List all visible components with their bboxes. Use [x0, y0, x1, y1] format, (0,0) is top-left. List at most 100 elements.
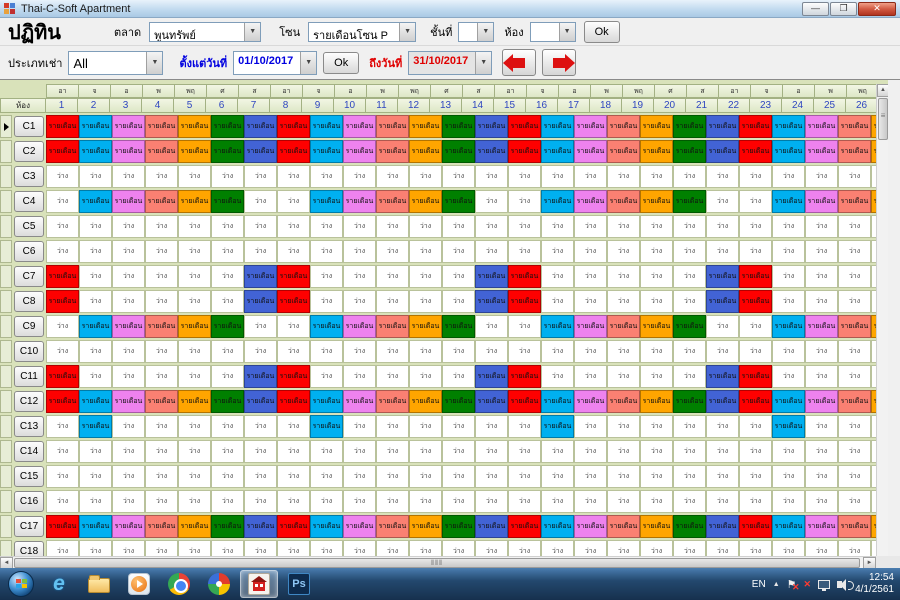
booking-cell[interactable]: รายเดือน [310, 390, 343, 413]
booking-cell[interactable]: รายเดือน [343, 515, 376, 538]
booking-cell[interactable]: รายเดือน [343, 315, 376, 338]
booking-cell[interactable]: รายเดือน [46, 390, 79, 413]
booking-cell[interactable]: รายเดือน [310, 140, 343, 163]
booking-cell[interactable]: ว่าง [574, 365, 607, 388]
room-button[interactable]: C2 [14, 141, 44, 162]
booking-cell[interactable]: รายเดือน [706, 115, 739, 138]
booking-cell[interactable]: ว่าง [145, 240, 178, 263]
booking-cell[interactable]: รายเดือน [706, 265, 739, 288]
date-ok-button[interactable]: Ok [323, 52, 359, 74]
booking-cell[interactable]: ว่าง [79, 215, 112, 238]
booking-cell[interactable]: รายเดือน [475, 515, 508, 538]
chrome-icon[interactable] [160, 570, 198, 598]
booking-cell[interactable]: รายเดือน [772, 140, 805, 163]
booking-cell[interactable]: ว่าง [79, 340, 112, 363]
booking-cell[interactable]: ว่าง [805, 215, 838, 238]
booking-cell[interactable]: ว่าง [475, 415, 508, 438]
booking-cell[interactable]: รายเดือน [805, 190, 838, 213]
booking-cell[interactable]: ว่าง [442, 240, 475, 263]
room-button[interactable]: C11 [14, 366, 44, 387]
day-number-cell[interactable]: 22 [717, 98, 750, 113]
booking-cell[interactable]: ว่าง [640, 365, 673, 388]
booking-cell[interactable]: รายเดือน [640, 190, 673, 213]
room-button[interactable]: C1 [14, 116, 44, 137]
booking-cell[interactable]: ว่าง [244, 540, 277, 556]
booking-cell[interactable]: ว่าง [112, 365, 145, 388]
booking-cell[interactable]: รายเดือน [772, 415, 805, 438]
booking-cell[interactable]: ว่าง [46, 340, 79, 363]
booking-cell[interactable]: ว่าง [277, 340, 310, 363]
booking-cell[interactable]: รายเดือน [838, 140, 871, 163]
booking-cell[interactable]: ว่าง [673, 165, 706, 188]
booking-cell[interactable]: ว่าง [475, 190, 508, 213]
booking-cell[interactable]: รายเดือน [541, 415, 574, 438]
booking-cell[interactable]: ว่าง [442, 490, 475, 513]
booking-cell[interactable]: ว่าง [574, 290, 607, 313]
booking-cell[interactable]: ว่าง [211, 540, 244, 556]
booking-cell[interactable]: ว่าง [409, 340, 442, 363]
booking-cell[interactable]: ว่าง [475, 240, 508, 263]
booking-cell[interactable]: รายเดือน [178, 315, 211, 338]
booking-cell[interactable]: ว่าง [178, 540, 211, 556]
booking-cell[interactable]: รายเดือน [706, 365, 739, 388]
booking-cell[interactable]: ว่าง [145, 340, 178, 363]
booking-cell[interactable]: ว่าง [376, 340, 409, 363]
booking-cell[interactable]: ว่าง [442, 365, 475, 388]
booking-cell[interactable]: ว่าง [574, 465, 607, 488]
booking-cell[interactable]: ว่าง [706, 165, 739, 188]
booking-cell[interactable]: ว่าง [739, 240, 772, 263]
booking-cell[interactable]: รายเดือน [475, 115, 508, 138]
booking-cell[interactable]: รายเดือน [508, 515, 541, 538]
booking-cell[interactable]: รายเดือน [409, 390, 442, 413]
booking-cell[interactable]: ว่าง [244, 440, 277, 463]
booking-cell[interactable]: ว่าง [145, 540, 178, 556]
booking-cell[interactable]: ว่าง [541, 240, 574, 263]
room-button[interactable]: C17 [14, 516, 44, 537]
booking-cell[interactable]: รายเดือน [838, 515, 871, 538]
day-number-cell[interactable]: 15 [493, 98, 526, 113]
booking-cell[interactable]: รายเดือน [277, 290, 310, 313]
booking-cell[interactable]: รายเดือน [178, 390, 211, 413]
booking-cell[interactable]: รายเดือน [475, 140, 508, 163]
booking-cell[interactable]: ว่าง [541, 290, 574, 313]
booking-cell[interactable]: ว่าง [244, 165, 277, 188]
booking-cell[interactable]: รายเดือน [838, 315, 871, 338]
booking-cell[interactable]: ว่าง [805, 365, 838, 388]
booking-cell[interactable]: ว่าง [541, 265, 574, 288]
booking-cell[interactable]: ว่าง [343, 215, 376, 238]
booking-cell[interactable]: รายเดือน [475, 265, 508, 288]
action-center-flag-icon[interactable]: ⚑✕ [787, 578, 797, 591]
booking-cell[interactable]: ว่าง [673, 265, 706, 288]
room-button[interactable]: C16 [14, 491, 44, 512]
booking-cell[interactable]: รายเดือน [277, 390, 310, 413]
booking-cell[interactable]: ว่าง [574, 415, 607, 438]
chevron-down-icon[interactable]: ▼ [244, 23, 260, 41]
booking-cell[interactable]: ว่าง [475, 465, 508, 488]
booking-cell[interactable]: ว่าง [607, 240, 640, 263]
booking-cell[interactable]: รายเดือน [46, 290, 79, 313]
vertical-scroll-thumb[interactable] [878, 98, 888, 140]
booking-cell[interactable]: ว่าง [475, 540, 508, 556]
booking-cell[interactable]: ว่าง [178, 290, 211, 313]
booking-cell[interactable]: ว่าง [46, 215, 79, 238]
booking-cell[interactable]: ว่าง [607, 465, 640, 488]
booking-cell[interactable]: รายเดือน [310, 115, 343, 138]
booking-cell[interactable]: รายเดือน [409, 115, 442, 138]
booking-cell[interactable]: รายเดือน [244, 515, 277, 538]
room-button[interactable]: C3 [14, 166, 44, 187]
day-number-cell[interactable]: 16 [525, 98, 558, 113]
booking-cell[interactable]: รายเดือน [508, 365, 541, 388]
booking-cell[interactable]: ว่าง [574, 340, 607, 363]
booking-cell[interactable]: ว่าง [409, 440, 442, 463]
booking-cell[interactable]: ว่าง [541, 465, 574, 488]
booking-cell[interactable]: ว่าง [46, 465, 79, 488]
booking-cell[interactable]: รายเดือน [772, 115, 805, 138]
booking-cell[interactable]: ว่าง [244, 315, 277, 338]
booking-cell[interactable]: ว่าง [739, 540, 772, 556]
booking-cell[interactable]: รายเดือน [46, 265, 79, 288]
day-number-cell[interactable]: 21 [685, 98, 718, 113]
booking-cell[interactable]: ว่าง [739, 215, 772, 238]
booking-cell[interactable]: ว่าง [343, 290, 376, 313]
booking-cell[interactable]: ว่าง [442, 540, 475, 556]
booking-cell[interactable]: ว่าง [838, 490, 871, 513]
